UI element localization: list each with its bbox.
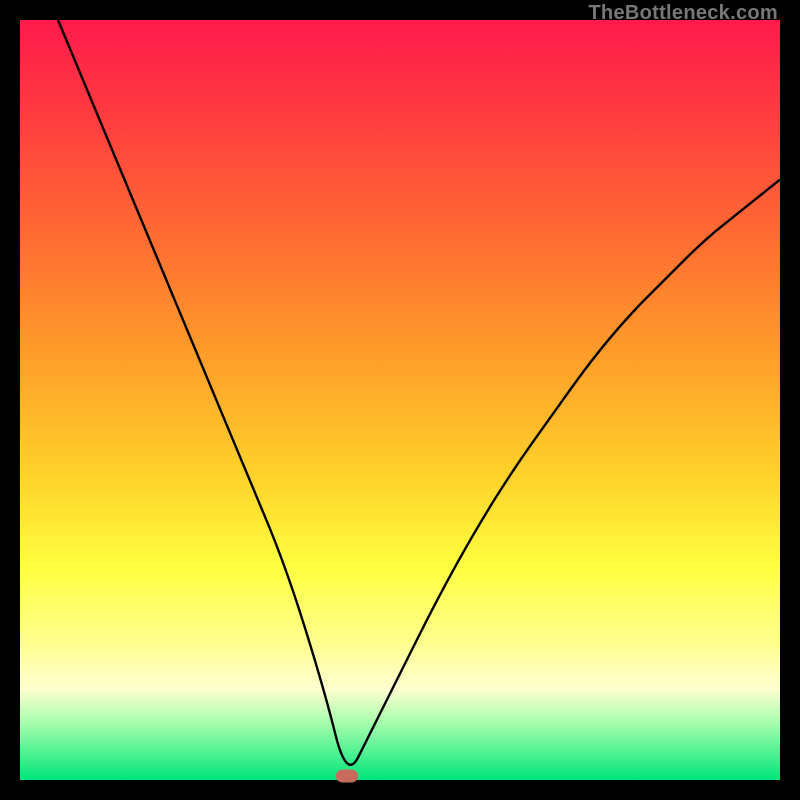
bottleneck-curve: [20, 20, 780, 780]
curve-path: [58, 20, 780, 765]
chart-frame: TheBottleneck.com: [0, 0, 800, 800]
minimum-marker: [336, 770, 358, 783]
